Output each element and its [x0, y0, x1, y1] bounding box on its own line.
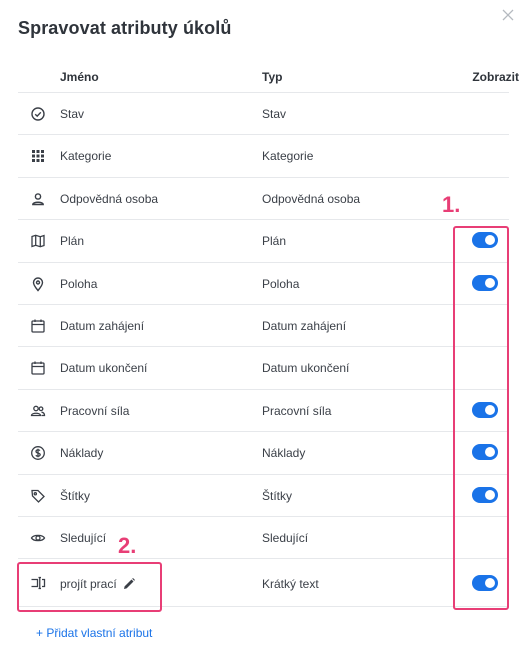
- attribute-type: Krátký text: [262, 577, 319, 592]
- attribute-row-stav: Stav Stav: [18, 93, 509, 136]
- attribute-type: Datum zahájení: [262, 318, 347, 333]
- annotation-label-2: 2.: [118, 533, 137, 558]
- person-icon: [30, 191, 46, 207]
- attribute-type: Stav: [262, 107, 287, 121]
- attribute-name: Stav: [60, 107, 85, 121]
- attribute-name: Štítky: [60, 488, 91, 503]
- attribute-name: Plán: [60, 234, 85, 249]
- attribute-row-datum-ukonceni: Datum ukončení Datum ukončení: [18, 347, 509, 390]
- eye-icon: [30, 530, 46, 546]
- location-pin-icon: [30, 276, 46, 292]
- attribute-row-kategorie: Kategorie Kategorie: [18, 135, 509, 178]
- dialog-title: Spravovat atributy úkolů: [18, 18, 232, 38]
- calendar-icon: [30, 360, 46, 376]
- table-header: Jméno Typ Zobrazit: [18, 66, 519, 93]
- attribute-row-naklady: Náklady Náklady: [18, 432, 509, 475]
- column-header-name: Jméno: [60, 70, 99, 84]
- attribute-type: Datum ukončení: [262, 361, 350, 376]
- attribute-type: Pracovní síla: [262, 403, 332, 418]
- attribute-row-pracovni-sila: Pracovní síla Pracovní síla: [18, 390, 509, 433]
- map-icon: [30, 233, 46, 249]
- attribute-type: Náklady: [262, 446, 306, 461]
- attribute-row-poloha: Poloha Poloha: [18, 263, 509, 305]
- attribute-row-plan: Plán Plán: [18, 220, 509, 263]
- attribute-name: Datum zahájení: [60, 318, 145, 333]
- attribute-row-odpovedna-osoba: Odpovědná osoba Odpovědná osoba: [18, 178, 509, 221]
- attribute-name: Odpovědná osoba: [60, 191, 159, 206]
- tag-icon: [30, 488, 46, 504]
- attribute-row-sledujici: Sledující Sledující: [18, 517, 509, 560]
- attribute-name: Datum ukončení: [60, 361, 148, 376]
- attribute-name: Náklady: [60, 446, 104, 461]
- close-icon[interactable]: [501, 8, 515, 22]
- column-header-show: Zobrazit: [472, 70, 519, 84]
- attribute-name: Poloha: [60, 276, 98, 291]
- attribute-row-datum-zahajeni: Datum zahájení Datum zahájení: [18, 305, 509, 348]
- attribute-name: Kategorie: [60, 149, 112, 164]
- dollar-circle-icon: [30, 445, 46, 461]
- attribute-type: Plán: [262, 234, 287, 249]
- attribute-type: Sledující: [262, 530, 309, 545]
- attribute-name: Pracovní síla: [60, 403, 130, 418]
- column-header-type: Typ: [262, 70, 283, 84]
- people-icon: [30, 403, 46, 419]
- annotation-box-toggles: [453, 226, 509, 610]
- attribute-type: Štítky: [262, 488, 293, 503]
- attribute-row-stitky: Štítky Štítky: [18, 475, 509, 517]
- calendar-icon: [30, 318, 46, 334]
- attribute-type: Odpovědná osoba: [262, 191, 361, 206]
- grid-icon: [30, 148, 46, 164]
- check-circle-icon: [30, 106, 46, 122]
- annotation-label-1: 1.: [442, 192, 461, 217]
- annotation-box-custom-attribute: [17, 562, 162, 612]
- attribute-list: Stav Stav Kategorie Kategorie Odpovědná …: [18, 93, 509, 608]
- attribute-type: Poloha: [262, 276, 300, 291]
- attribute-type: Kategorie: [262, 149, 314, 164]
- add-custom-attribute-link[interactable]: + Přidat vlastní atribut: [36, 626, 152, 640]
- attribute-name: Sledující: [60, 530, 107, 545]
